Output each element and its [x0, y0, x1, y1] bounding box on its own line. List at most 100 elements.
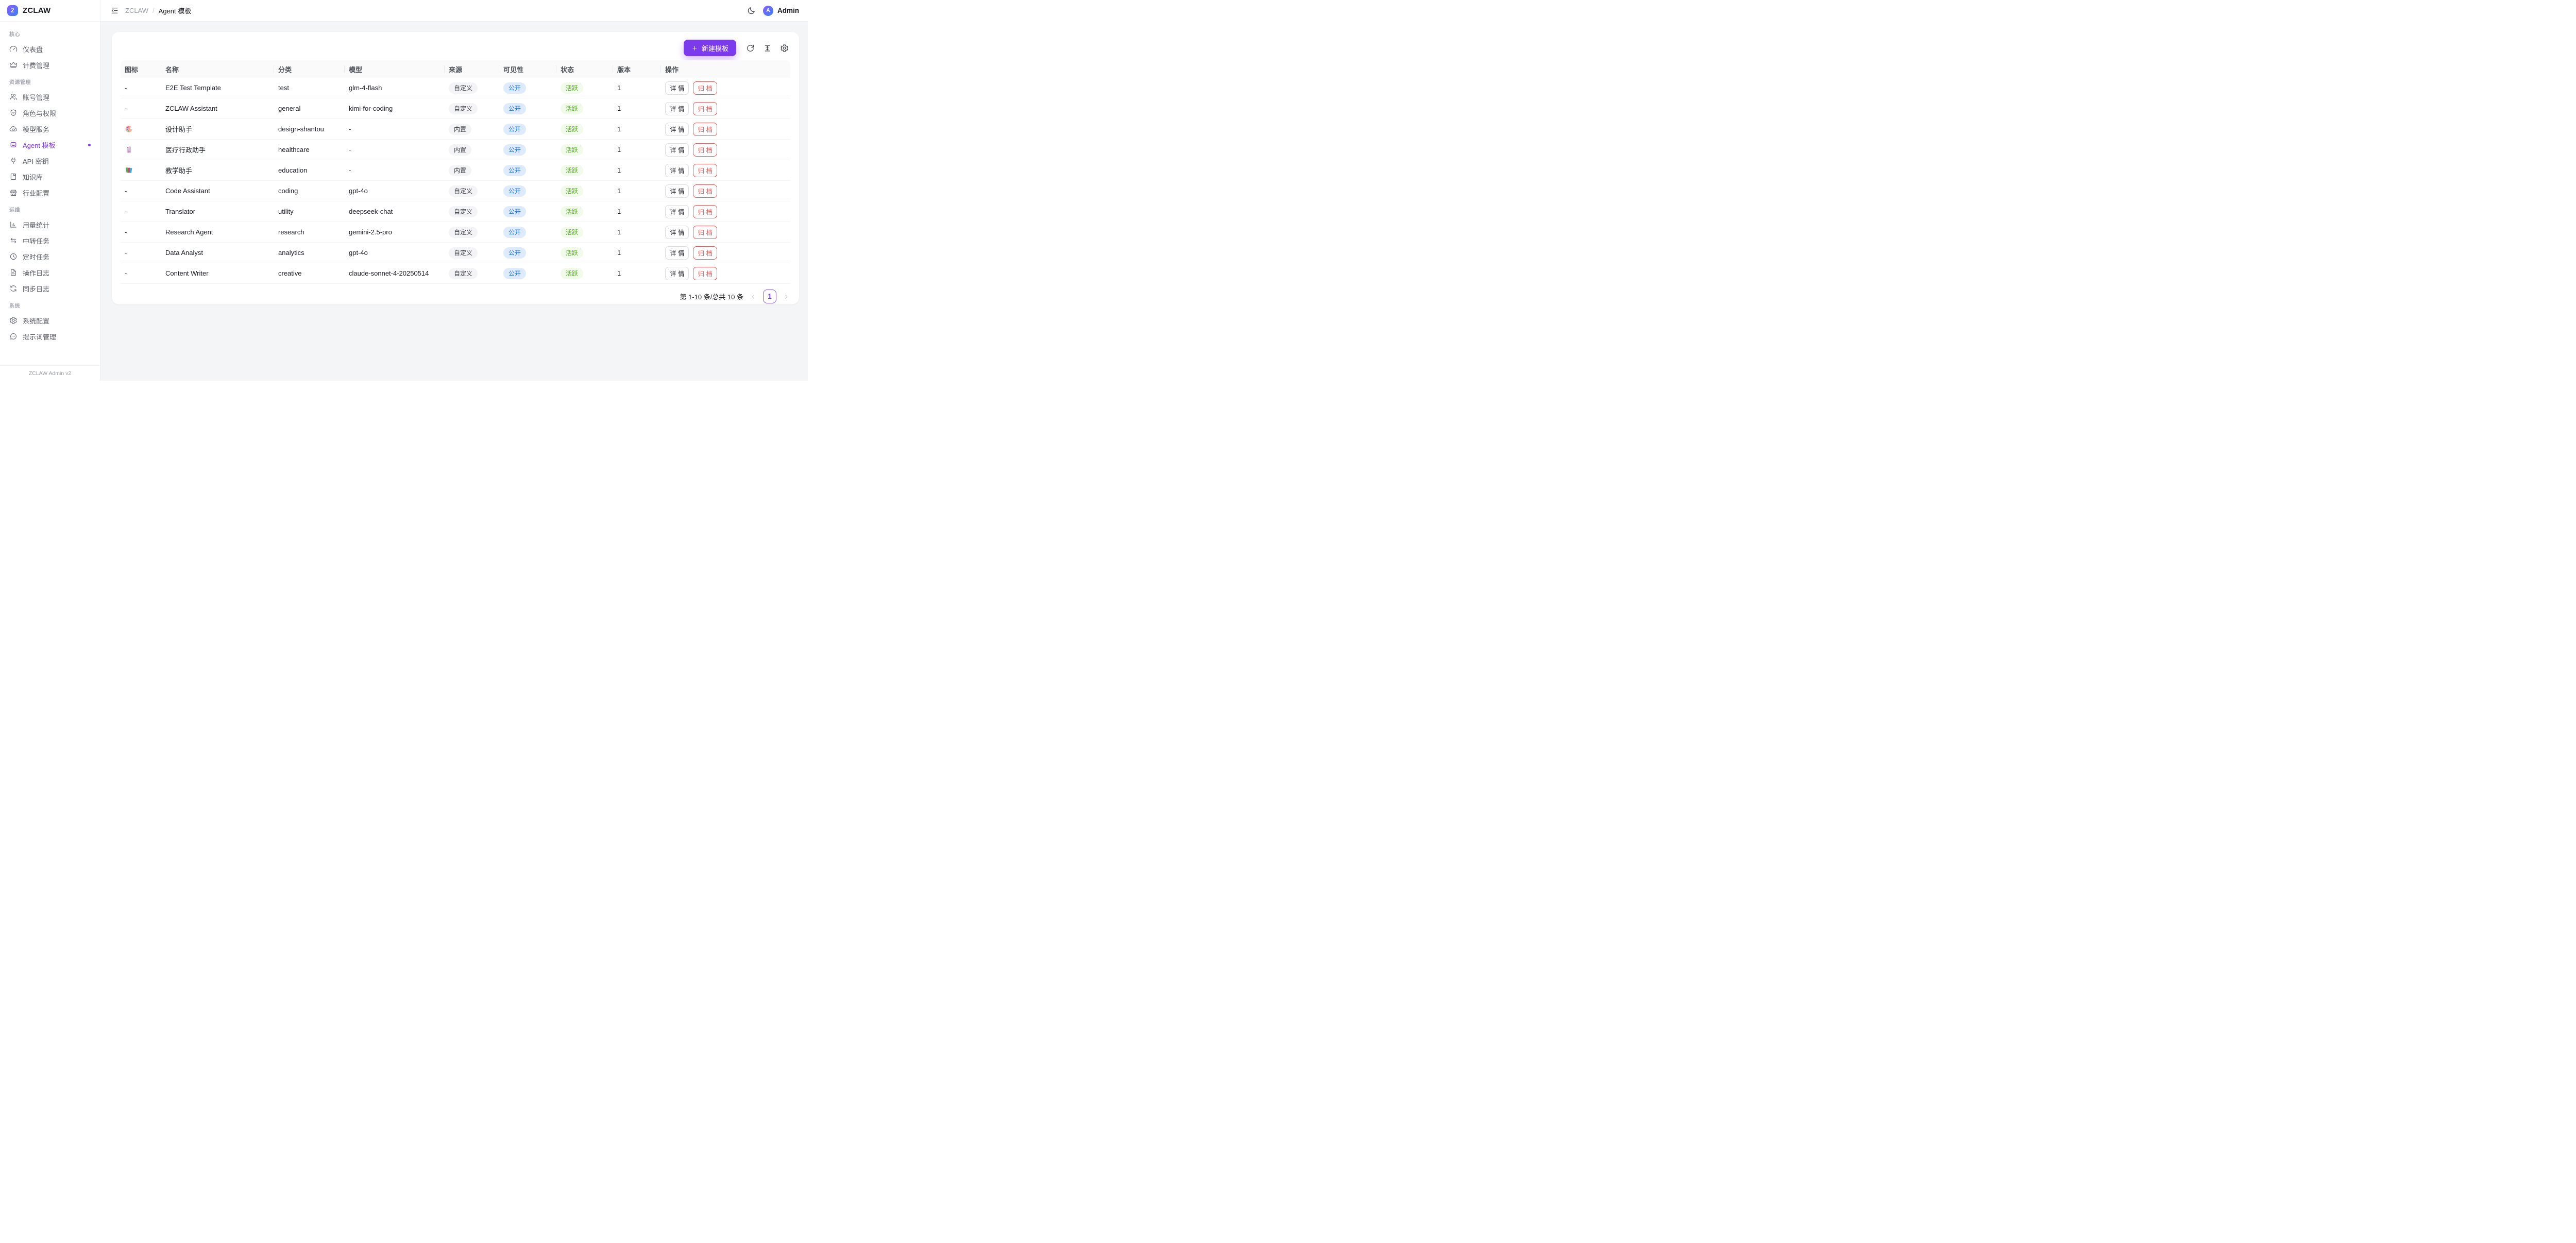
- sidebar-item[interactable]: 中转任务: [5, 233, 95, 248]
- column-header: 模型: [345, 60, 445, 78]
- moon-icon[interactable]: [747, 6, 756, 15]
- sidebar-item-label: 行业配置: [23, 188, 49, 198]
- breadcrumb-root[interactable]: ZCLAW: [125, 7, 148, 14]
- chevron-left-icon[interactable]: [749, 293, 757, 301]
- bot-icon: [9, 141, 18, 149]
- breadcrumb: ZCLAW / Agent 模板: [125, 6, 191, 15]
- sidebar-item[interactable]: 定时任务: [5, 249, 95, 264]
- sidebar-item[interactable]: 用量统计: [5, 217, 95, 232]
- archive-button[interactable]: 归 档: [693, 164, 717, 177]
- cell-icon: -: [121, 208, 161, 215]
- detail-button[interactable]: 详 情: [665, 164, 689, 177]
- source-badge: 自定义: [449, 82, 478, 94]
- cell-visibility: 公开: [499, 103, 556, 114]
- table-row: -Translatorutilitydeepseek-chat自定义公开活跃1详…: [121, 201, 790, 222]
- new-template-button[interactable]: 新建模板: [684, 40, 736, 56]
- archive-button[interactable]: 归 档: [693, 267, 717, 280]
- column-header: 来源: [445, 60, 499, 78]
- archive-button[interactable]: 归 档: [693, 143, 717, 157]
- archive-button[interactable]: 归 档: [693, 102, 717, 115]
- detail-button[interactable]: 详 情: [665, 81, 689, 95]
- archive-button[interactable]: 归 档: [693, 81, 717, 95]
- sidebar-item[interactable]: 仪表盘: [5, 41, 95, 57]
- sidebar-item-label: 同步日志: [23, 284, 49, 294]
- sidebar-item[interactable]: 角色与权限: [5, 105, 95, 121]
- cell-source: 自定义: [445, 103, 499, 114]
- cell-visibility: 公开: [499, 165, 556, 176]
- cell-version: 1: [613, 105, 661, 112]
- table-row: 教学助手education-内置公开活跃1详 情归 档: [121, 160, 790, 181]
- sidebar-item-label: 角色与权限: [23, 108, 56, 118]
- cell-status: 活跃: [556, 206, 613, 217]
- sidebar-item[interactable]: Agent 模板: [5, 137, 95, 152]
- cell-source: 内置: [445, 165, 499, 176]
- cell-category: analytics: [274, 249, 345, 257]
- refresh-icon[interactable]: [744, 42, 756, 54]
- user-name: Admin: [777, 7, 799, 14]
- visibility-badge: 公开: [503, 124, 526, 135]
- sidebar-item[interactable]: API 密钥: [5, 153, 95, 168]
- cell-actions: 详 情归 档: [661, 226, 790, 239]
- sidebar-item[interactable]: 计费管理: [5, 57, 95, 73]
- cell-model: -: [345, 125, 445, 133]
- detail-button[interactable]: 详 情: [665, 102, 689, 115]
- detail-button[interactable]: 详 情: [665, 184, 689, 198]
- column-header: 状态: [556, 60, 613, 78]
- table-row: -Code Assistantcodinggpt-4o自定义公开活跃1详 情归 …: [121, 181, 790, 201]
- sidebar-item[interactable]: 操作日志: [5, 265, 95, 280]
- detail-button[interactable]: 详 情: [665, 143, 689, 157]
- archive-button[interactable]: 归 档: [693, 123, 717, 136]
- sidebar-item[interactable]: 账号管理: [5, 89, 95, 105]
- cell-model: gemini-2.5-pro: [345, 228, 445, 236]
- sidebar-item-label: 账号管理: [23, 92, 49, 102]
- sidebar-item[interactable]: 提示词管理: [5, 329, 95, 344]
- cell-visibility: 公开: [499, 227, 556, 238]
- visibility-badge: 公开: [503, 227, 526, 238]
- detail-button[interactable]: 详 情: [665, 205, 689, 218]
- cell-icon: -: [121, 84, 161, 92]
- cell-actions: 详 情归 档: [661, 123, 790, 136]
- cell-model: gpt-4o: [345, 249, 445, 257]
- table-row: -E2E Test Templatetestglm-4-flash自定义公开活跃…: [121, 78, 790, 98]
- detail-button[interactable]: 详 情: [665, 226, 689, 239]
- visibility-badge: 公开: [503, 268, 526, 279]
- cell-version: 1: [613, 84, 661, 92]
- sidebar-collapse-icon[interactable]: [110, 6, 119, 15]
- column-height-icon[interactable]: [761, 42, 773, 54]
- pagination-summary: 第 1-10 条/总共 10 条: [680, 292, 743, 301]
- hospital-emoji: [125, 145, 133, 154]
- status-badge: 活跃: [561, 206, 583, 217]
- visibility-badge: 公开: [503, 185, 526, 197]
- status-badge: 活跃: [561, 247, 583, 259]
- detail-button[interactable]: 详 情: [665, 267, 689, 280]
- detail-button[interactable]: 详 情: [665, 246, 689, 260]
- sync-icon: [9, 284, 18, 293]
- pagination-page-1[interactable]: 1: [763, 290, 776, 303]
- chevron-right-icon[interactable]: [782, 293, 790, 301]
- sidebar-item[interactable]: 模型服务: [5, 121, 95, 137]
- sidebar-item-label: Agent 模板: [23, 140, 56, 150]
- sidebar-item[interactable]: 同步日志: [5, 281, 95, 296]
- palette-emoji: [125, 125, 133, 133]
- archive-button[interactable]: 归 档: [693, 205, 717, 218]
- visibility-badge: 公开: [503, 103, 526, 114]
- archive-button[interactable]: 归 档: [693, 246, 717, 260]
- user-menu[interactable]: A Admin: [763, 6, 799, 16]
- archive-button[interactable]: 归 档: [693, 184, 717, 198]
- visibility-badge: 公开: [503, 82, 526, 94]
- status-badge: 活跃: [561, 124, 583, 135]
- table-settings-gear-icon[interactable]: [778, 42, 790, 54]
- sidebar-item[interactable]: 知识库: [5, 169, 95, 184]
- archive-button[interactable]: 归 档: [693, 226, 717, 239]
- column-header: 名称: [161, 60, 274, 78]
- cell-model: kimi-for-coding: [345, 105, 445, 112]
- top-header: ZCLAW / Agent 模板 A Admin: [100, 0, 808, 22]
- table-header-row: 图标名称分类模型来源可见性状态版本操作: [121, 60, 790, 78]
- detail-button[interactable]: 详 情: [665, 123, 689, 136]
- cell-version: 1: [613, 269, 661, 277]
- cell-version: 1: [613, 208, 661, 215]
- cell-status: 活跃: [556, 268, 613, 279]
- sidebar-item[interactable]: 行业配置: [5, 185, 95, 200]
- cell-status: 活跃: [556, 124, 613, 135]
- sidebar-item[interactable]: 系统配置: [5, 313, 95, 328]
